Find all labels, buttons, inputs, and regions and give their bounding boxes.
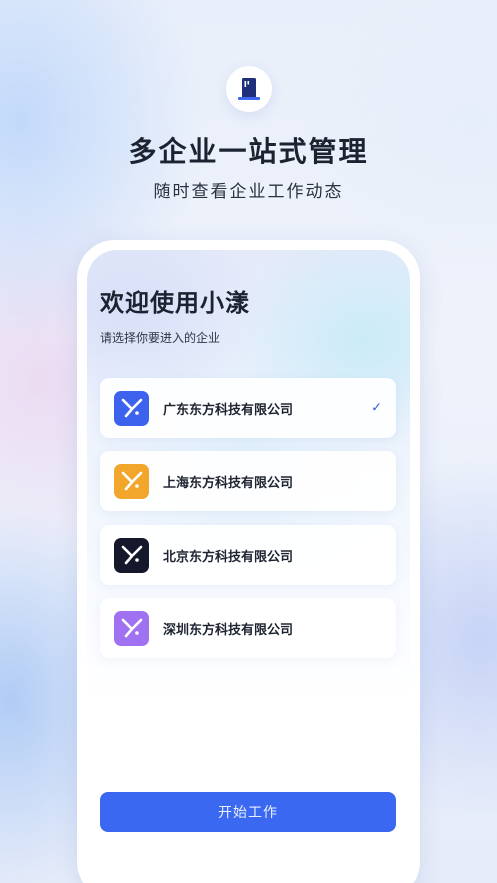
company-name: 北京东方科技有限公司 [163,549,294,565]
start-work-button[interactable]: 开始工作 [100,792,396,832]
company-logo [114,390,149,426]
select-hint: 请选择你要进入的企业 [100,331,221,345]
company-logo [114,537,149,573]
brand-x-icon [121,618,142,638]
brand-x-icon [121,471,142,491]
app-logo [226,66,272,112]
company-item[interactable]: 深圳东方科技有限公司 [100,598,396,658]
page-title: 多企业一站式管理 [128,135,369,168]
company-name: 深圳东方科技有限公司 [163,622,294,638]
company-logo [114,463,149,499]
company-logo [114,610,149,646]
phone-mockup: 欢迎使用小漾 请选择你要进入的企业 广东东方科技有限公司 ✓ 上海东方科技有限公… [77,240,420,883]
company-name: 上海东方科技有限公司 [163,475,294,491]
welcome-title: 欢迎使用小漾 [100,289,250,317]
check-icon: ✓ [371,400,382,416]
page-subtitle: 随时查看企业工作动态 [153,182,344,202]
building-icon [238,78,260,100]
company-name: 广东东方科技有限公司 [163,402,294,418]
brand-x-icon [121,545,142,565]
brand-x-icon [121,398,142,418]
company-item[interactable]: 上海东方科技有限公司 [100,451,396,511]
company-item[interactable]: 北京东方科技有限公司 [100,525,396,585]
phone-screen: 欢迎使用小漾 请选择你要进入的企业 广东东方科技有限公司 ✓ 上海东方科技有限公… [87,250,410,883]
company-item[interactable]: 广东东方科技有限公司 ✓ [100,378,396,438]
